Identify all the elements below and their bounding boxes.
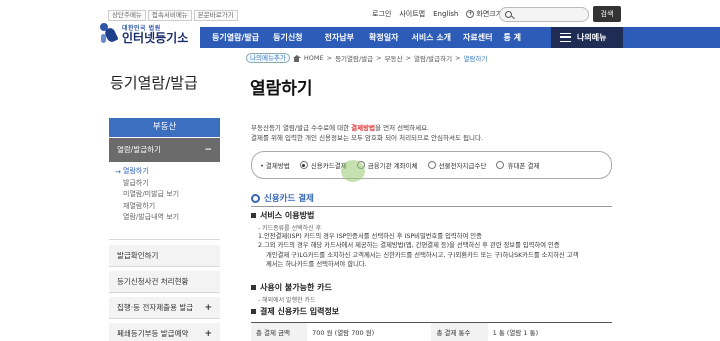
radio-icon[interactable] — [427, 161, 436, 169]
sidebar-item-label: 집행·등 전자제출용 발급 — [117, 303, 194, 312]
payment-method-selector: • 결제방법 신용카드결제 금융기관 계좌이체 선불전자지급수단 휴대폰 결제 — [251, 151, 612, 179]
payment-option-prepaid[interactable]: 선불전자지급수단 — [427, 160, 486, 170]
skip-link-main-menu[interactable]: 상단주메뉴 — [108, 10, 146, 21]
site-logo[interactable]: 대한민국 법원 인터넷등기소 — [100, 23, 188, 45]
utility-links: 로그인 사이트맵 English + 화면크기 − — [372, 9, 513, 19]
skip-links: 상단주메뉴 접속서비메뉴 본문바로가기 — [108, 10, 238, 21]
payment-option-mobile[interactable]: 휴대폰 결제 — [496, 160, 539, 170]
submenu-item-review[interactable]: 재열람하기 — [109, 201, 220, 213]
add-my-menu-button[interactable]: 나의메뉴추가 — [246, 53, 290, 63]
bullet-target-icon — [251, 193, 260, 203]
payment-option-bank-transfer[interactable]: 금융기관 계좌이체 — [356, 160, 418, 170]
nav-item-fixed-date[interactable]: 확정일자 — [369, 27, 398, 48]
payment-option-credit-card[interactable]: 신용카드결제 — [299, 160, 347, 170]
unavailable-note: - 해외에서 발행한 카드 — [258, 297, 316, 304]
english-link[interactable]: English — [433, 10, 458, 18]
usage-step: 2.그외 카드의 경우 해당 카드사에서 제공하는 결제방법(앱, 간편결제 등… — [258, 242, 560, 250]
nav-item-resources[interactable]: 자료센터 — [463, 27, 492, 48]
notice-text: 을 먼저 선택하세요. — [375, 124, 430, 132]
logo-title: 인터넷등기소 — [122, 31, 189, 45]
unavailable-heading: 사용이 불가능한 카드 — [251, 282, 332, 293]
nav-item-application[interactable]: 등기신청 — [273, 27, 302, 48]
sidebar-title: 등기열람/발급 — [110, 74, 198, 92]
zoom-in-icon[interactable]: + — [466, 10, 475, 18]
skip-link-service-menu[interactable]: 접속서비메뉴 — [147, 10, 192, 21]
court-logo-icon — [100, 23, 119, 45]
usage-step: 께서는 하나카드를 선택하셔야 합니다. — [266, 260, 367, 268]
nav-item-statistics[interactable]: 통 계 — [504, 27, 522, 48]
total-amount-label: 총 결제 금액 — [251, 322, 308, 341]
skip-link-content[interactable]: 본문바로가기 — [193, 10, 238, 21]
sidebar-item-closed-reservation[interactable]: 폐쇄등기부등 발급예약 + — [109, 323, 220, 341]
radio-icon[interactable] — [496, 161, 505, 169]
breadcrumb: 나의메뉴추가 HOME > 등기열람/발급 > 부동산 > 열람/발급하기 > 열람하기 — [246, 53, 487, 63]
radio-selected-icon[interactable] — [299, 161, 308, 169]
usage-step: 개인결제 구)LG카드를 소지하신 고객께서는 신한카드를 선택하시고, 구)외… — [266, 251, 579, 259]
usage-step: 1.안전결제(ISP) 카드의 경우 ISP인증서를 선택하신 후 ISP비밀번… — [258, 233, 482, 240]
submenu-item-unviewed[interactable]: 미열람/미발급 보기 — [109, 189, 220, 201]
payment-notice: 부동산등기 열람/발급 수수료에 대한 결제방법을 먼저 선택하세요. 결제를 … — [251, 123, 483, 143]
arrow-right-icon: → — [115, 168, 121, 176]
payment-method-label: • 결제방법 — [260, 162, 290, 170]
submenu-item-history[interactable]: 열람/발급내역 보기 — [109, 212, 220, 224]
search-button[interactable]: 검색 — [593, 6, 621, 22]
usage-note: - 카드종류를 선택하신 후 — [258, 225, 322, 232]
my-menu-button[interactable]: 나의메뉴 — [551, 27, 623, 48]
total-count-label: 총 결제 통수 — [431, 322, 488, 341]
payment-info-table: 총 결제 금액 700 원 (열람 700 원) 총 결제 통수 1 통 (열람… — [251, 322, 612, 341]
sidebar-item-label: 등기신청사건 처리현황 — [117, 277, 189, 286]
card-info-heading: 결제 신용카드 입력정보 — [251, 306, 339, 317]
notice-text: 부동산등기 열람/발급 수수료에 대한 — [251, 124, 352, 132]
sidebar-item-e-submission[interactable]: 집행·등 전자제출용 발급 + — [109, 297, 220, 319]
bullet-square-icon — [251, 309, 256, 314]
main-navigation: 등기열람/발급 등기신청 전자납부 확정일자 서비스 소개 자료센터 통 계 나… — [200, 27, 720, 48]
nav-item-e-payment[interactable]: 전자납부 — [325, 27, 354, 48]
table-row: 총 결제 금액 700 원 (열람 700 원) 총 결제 통수 1 통 (열람… — [251, 322, 612, 341]
breadcrumb-current: 열람하기 — [463, 55, 488, 63]
expand-icon: + — [204, 329, 212, 339]
sidebar-item-verify[interactable]: 발급확인하기 — [109, 245, 220, 267]
submenu-item-view[interactable]: 열람하기 — [109, 166, 220, 178]
cursor-highlight — [341, 160, 365, 182]
home-icon[interactable] — [292, 54, 301, 62]
sitemap-link[interactable]: 사이트맵 — [399, 9, 425, 19]
top-utility-bar: 상단주메뉴 접속서비메뉴 본문바로가기 로그인 사이트맵 English + 화… — [0, 0, 720, 25]
total-amount-value: 700 원 (열람 700 원) — [307, 322, 432, 341]
breadcrumb-view-issue[interactable]: 등기열람/발급 — [335, 53, 373, 63]
sidebar-section-real-estate[interactable]: 부동산 — [109, 118, 220, 137]
nav-item-view-issue[interactable]: 등기열람/발급 — [212, 27, 259, 48]
notice-highlight: 결제방법 — [351, 124, 376, 132]
usage-heading: 서비스 이용방법 — [251, 210, 314, 221]
my-menu-label: 나의메뉴 — [577, 33, 607, 42]
sidebar-item-case-status[interactable]: 등기신청사건 처리현황 — [109, 271, 220, 293]
breadcrumb-view-issue-do[interactable]: 열람/발급하기 — [414, 53, 452, 63]
breadcrumb-home[interactable]: HOME — [304, 54, 324, 62]
notice-security-text: 결제를 위해 입력한 개인 신용정보는 모두 암호화 되어 처리되므로 안심하셔… — [251, 134, 484, 142]
sidebar-item-label: 폐쇄등기부등 발급예약 — [117, 329, 189, 338]
total-count-value: 1 통 (열람 1 통) — [487, 322, 612, 341]
sidebar-item-label: 열람/발급하기 — [117, 145, 161, 154]
divider — [251, 206, 612, 207]
search-input[interactable] — [499, 7, 589, 22]
search-icon — [505, 11, 512, 18]
collapse-icon: − — [204, 145, 212, 155]
sidebar-item-view-issue[interactable]: 열람/발급하기 − — [109, 138, 220, 162]
sidebar-item-label: 발급확인하기 — [117, 251, 159, 260]
bullet-square-icon — [251, 285, 256, 290]
breadcrumb-real-estate[interactable]: 부동산 — [385, 53, 403, 63]
submenu-item-issue[interactable]: 발급하기 — [109, 178, 220, 190]
nav-item-service-intro[interactable]: 서비스 소개 — [411, 27, 451, 48]
login-link[interactable]: 로그인 — [372, 9, 391, 19]
section-title-credit-card: 신용카드 결제 — [251, 192, 314, 204]
sidebar-submenu: → 열람하기 발급하기 미열람/미발급 보기 재열람하기 열람/발급내역 보기 — [109, 166, 220, 240]
expand-icon: + — [204, 303, 212, 313]
page-title: 열람하기 — [250, 79, 313, 99]
usage-steps: 1.안전결제(ISP) 카드의 경우 ISP인증서를 선택하신 후 ISP비밀번… — [258, 232, 578, 269]
bullet-square-icon — [251, 213, 256, 218]
hamburger-icon — [560, 33, 571, 42]
